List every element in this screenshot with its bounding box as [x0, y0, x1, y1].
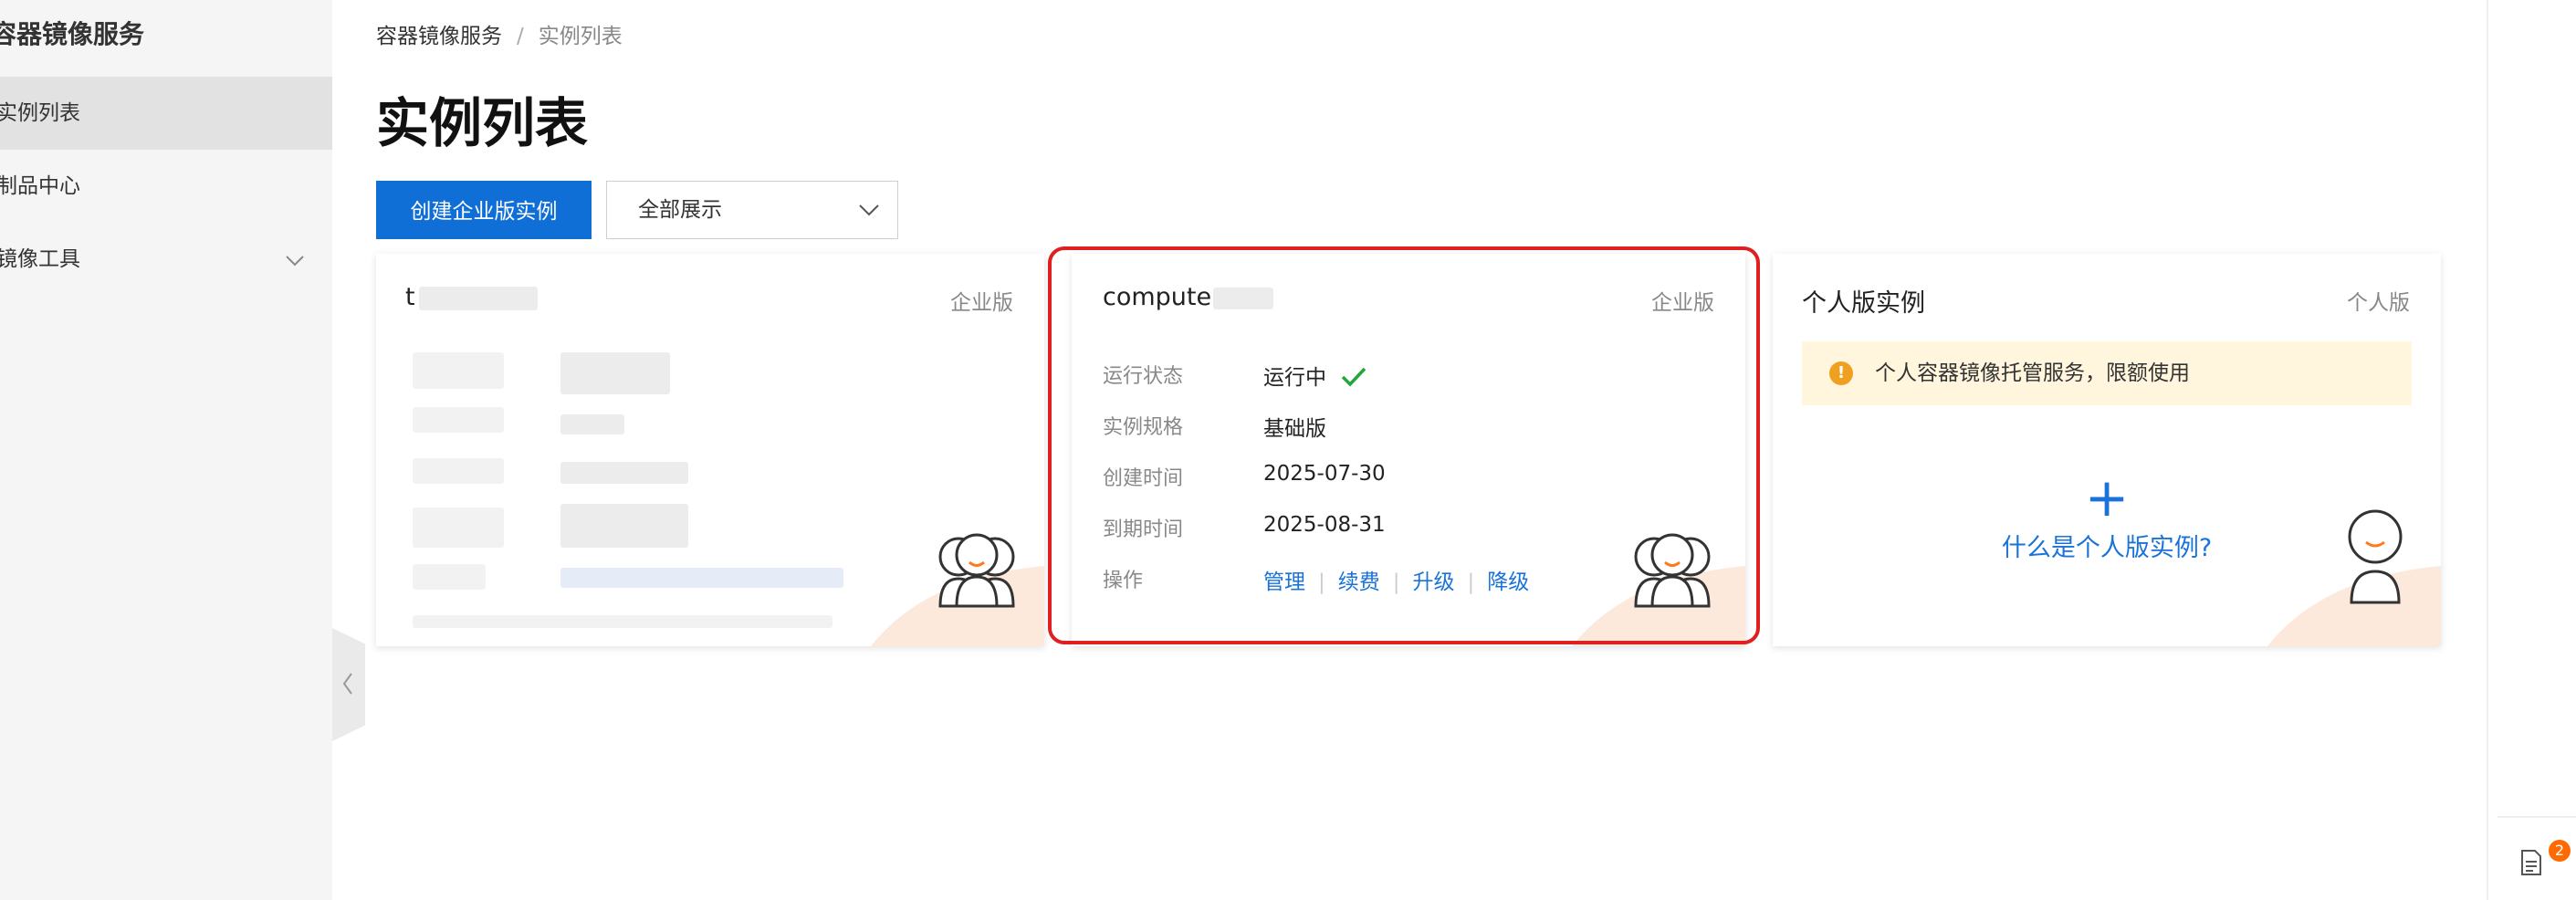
- notice-text: 个人容器镜像托管服务，限额使用: [1875, 361, 2190, 385]
- create-enterprise-instance-button[interactable]: 创建企业版实例: [376, 181, 592, 239]
- instance-edition: 个人版: [2347, 291, 2410, 315]
- display-filter-select[interactable]: 全部展示: [606, 181, 898, 239]
- redacted-block: [560, 414, 624, 434]
- manage-link[interactable]: 管理: [1263, 570, 1305, 594]
- renew-link[interactable]: 续费: [1338, 570, 1380, 594]
- downgrade-link[interactable]: 降级: [1487, 570, 1529, 594]
- sidebar-item-label: 制品中心: [0, 174, 80, 198]
- right-divider: [2487, 0, 2488, 900]
- redacted-block: [413, 458, 504, 484]
- created-time-label: 创建时间: [1103, 467, 1184, 490]
- status-value: 运行中: [1263, 360, 1367, 391]
- page-title: 实例列表: [376, 92, 589, 154]
- created-time-value: 2025-07-30: [1263, 462, 1386, 486]
- expire-time-label: 到期时间: [1103, 518, 1184, 541]
- expire-time-value: 2025-08-31: [1263, 513, 1386, 537]
- spec-value: 基础版: [1263, 417, 1326, 441]
- divider: |: [1392, 570, 1400, 594]
- sidebar-item-artifact-center[interactable]: 制品中心: [0, 150, 332, 223]
- redacted-block: [560, 462, 688, 484]
- sidebar-collapse-button[interactable]: [332, 628, 365, 741]
- breadcrumb-current: 实例列表: [538, 25, 623, 48]
- redacted-block: [413, 352, 504, 389]
- instance-name: t: [405, 283, 538, 311]
- redacted-block: [560, 568, 843, 588]
- filter-selected-value: 全部展示: [638, 198, 722, 222]
- breadcrumb-root[interactable]: 容器镜像服务: [376, 25, 502, 48]
- quota-notice: ! 个人容器镜像托管服务，限额使用: [1802, 341, 2412, 405]
- sidebar-item-instance-list[interactable]: 实例列表: [0, 77, 332, 150]
- sidebar-title: 容器镜像服务: [0, 19, 145, 49]
- instance-name: 个人版实例: [1802, 289, 1925, 318]
- operations-label: 操作: [1103, 570, 1144, 592]
- chevron-down-icon: [286, 256, 304, 267]
- sidebar: 容器镜像服务 实例列表 制品中心 镜像工具: [0, 0, 332, 900]
- divider: |: [1318, 570, 1325, 594]
- instance-card-compute[interactable]: compute 企业版 运行状态 运行中 实例规格 基础版 创建时间 2025-…: [1072, 254, 1745, 646]
- redacted-block: [413, 508, 504, 548]
- personal-user-icon: [2348, 509, 2403, 604]
- redacted-block: [413, 407, 504, 433]
- divider: |: [1467, 570, 1475, 594]
- status-label: 运行状态: [1103, 365, 1184, 388]
- sidebar-item-image-tools[interactable]: 镜像工具: [0, 223, 332, 296]
- breadcrumb-separator: /: [517, 25, 524, 48]
- redacted-block: [560, 352, 670, 394]
- enterprise-users-icon: [938, 533, 1015, 608]
- operations-links: 管理 | 续费 | 升级 | 降级: [1263, 564, 1529, 595]
- redacted-block: [560, 504, 688, 548]
- sidebar-item-label: 实例列表: [0, 101, 80, 125]
- notification-badge: 2: [2549, 840, 2571, 862]
- redacted-block: [413, 564, 486, 590]
- chevron-down-icon: [859, 204, 879, 216]
- redacted-block: [413, 615, 832, 628]
- sidebar-item-label: 镜像工具: [0, 247, 80, 271]
- right-panel-divider: [2497, 816, 2576, 818]
- personal-instance-card[interactable]: 个人版实例 个人版 ! 个人容器镜像托管服务，限额使用 + 什么是个人版实例?: [1773, 254, 2441, 646]
- enterprise-users-icon: [1634, 533, 1711, 608]
- instance-edition: 企业版: [950, 291, 1013, 315]
- check-icon: [1342, 367, 1367, 387]
- breadcrumb: 容器镜像服务 / 实例列表: [376, 18, 623, 49]
- upgrade-link[interactable]: 升级: [1413, 570, 1455, 594]
- instance-card[interactable]: t 企业版: [376, 254, 1044, 646]
- instance-name: compute: [1103, 283, 1274, 311]
- document-icon[interactable]: [2519, 849, 2543, 876]
- spec-label: 实例规格: [1103, 416, 1184, 439]
- instance-edition: 企业版: [1651, 291, 1714, 315]
- chevron-left-icon: [342, 673, 352, 695]
- warning-icon: !: [1829, 361, 1853, 385]
